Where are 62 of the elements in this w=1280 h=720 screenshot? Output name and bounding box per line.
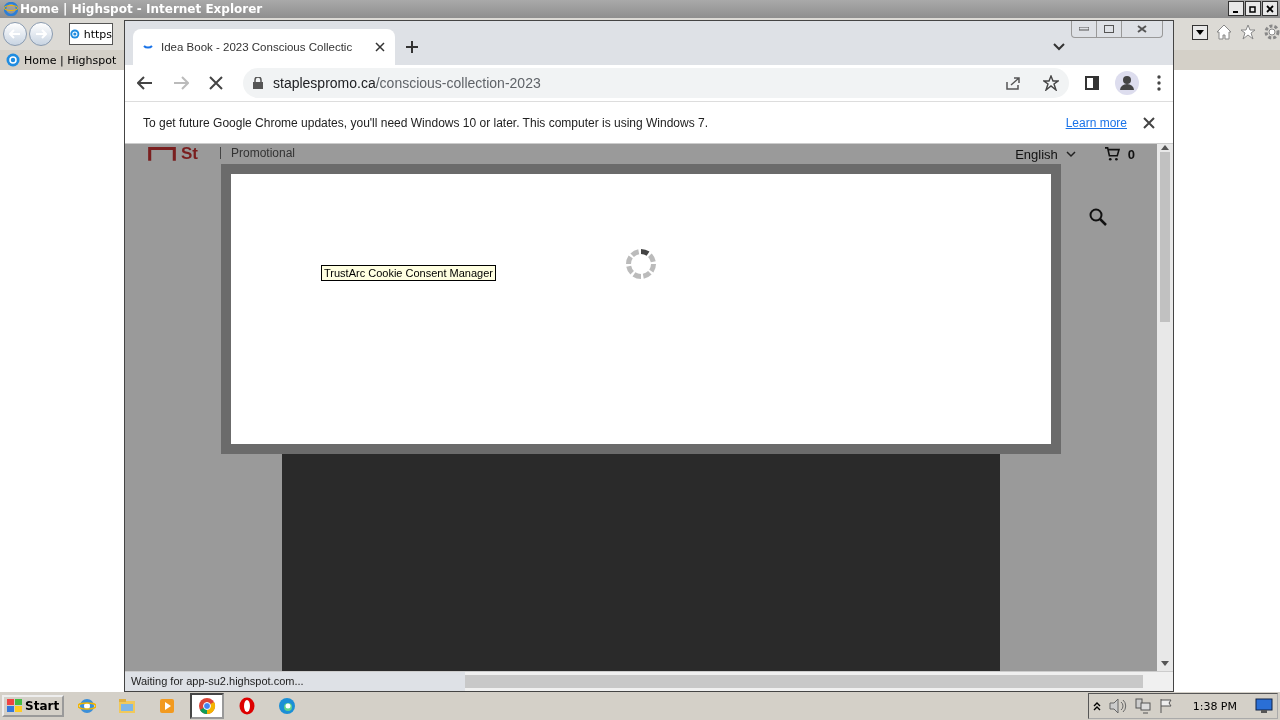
highspot-logo-icon [6,53,20,67]
status-text: Waiting for app-su2.highspot.com... [125,672,465,691]
close-icon[interactable] [1266,4,1274,13]
back-button[interactable] [3,22,27,46]
settings-icon[interactable] [1264,24,1280,40]
forward-button[interactable] [29,22,53,46]
stop-icon[interactable] [209,76,223,90]
menu-icon[interactable] [1157,75,1161,91]
cart-icon[interactable] [1103,147,1120,161]
edge-icon[interactable] [278,697,297,715]
chevron-down-icon[interactable] [1065,150,1076,158]
profile-icon[interactable] [1115,71,1139,95]
search-icon[interactable] [1089,208,1107,226]
window-title: Home | Highspot - Internet Explorer [20,2,263,16]
learn-more-link[interactable]: Learn more [1065,115,1127,130]
address-bar[interactable]: staplespromo.ca/conscious-collection-2023 [243,68,1069,98]
back-icon[interactable] [137,76,153,90]
language-selector[interactable]: English [1015,147,1058,161]
start-button[interactable]: Start [2,695,65,717]
star-icon[interactable] [1043,75,1059,91]
highspot-logo-icon [70,27,80,41]
show-desktop-icon[interactable] [1255,698,1273,714]
update-message: To get future Google Chrome updates, you'll need Windows 10 or later. This computer is using Windows 7. [143,115,710,130]
opera-icon[interactable] [239,697,256,715]
network-icon[interactable] [1134,698,1151,714]
flag-icon[interactable] [1158,698,1175,714]
browser-e-icon[interactable] [78,697,97,715]
close-button[interactable] [1262,1,1278,16]
restore-button[interactable] [1245,1,1261,16]
scrollbar[interactable] [1157,144,1173,671]
ie-logo-icon [4,2,18,16]
cart-count: 0 [1127,147,1135,161]
tagline: Promotional [220,147,296,159]
lock-icon [253,77,263,89]
restore-icon[interactable] [1249,4,1257,13]
caret-icon[interactable] [1196,29,1204,35]
scroll-down-icon[interactable] [1161,661,1169,667]
speaker-icon[interactable] [1108,698,1127,714]
logo-icon [147,145,177,162]
browser-tab[interactable]: Idea Book - 2023 Conscious Collectic [133,29,395,65]
chevron-down-icon[interactable] [1053,43,1065,51]
loading-spinner-icon [625,248,657,280]
tab-title: Idea Book - 2023 Conscious Collectic [161,41,354,53]
close-icon[interactable] [375,42,385,52]
chrome-icon[interactable] [198,697,217,715]
star-icon[interactable] [1240,24,1256,40]
favorite-link[interactable]: Home | Highspot [24,53,117,67]
home-icon[interactable] [1216,24,1232,40]
horizontal-scrollbar[interactable] [465,675,1143,688]
windows-logo-icon [7,699,23,713]
scroll-up-icon[interactable] [1161,144,1169,150]
logo-text: St [181,145,198,162]
clock[interactable]: 1:38 PM [1192,699,1237,713]
close-icon[interactable] [1143,116,1155,129]
minimize-button[interactable] [1228,1,1244,16]
chevron-up-icon[interactable] [1092,701,1101,711]
share-icon[interactable] [1005,76,1021,90]
side-panel-icon[interactable] [1085,76,1099,90]
tooltip: TrustArc Cookie Consent Manager [321,265,496,281]
scrollbar-thumb[interactable] [1160,152,1170,322]
new-tab-icon[interactable] [405,40,419,54]
address-field[interactable]: https [69,23,113,45]
